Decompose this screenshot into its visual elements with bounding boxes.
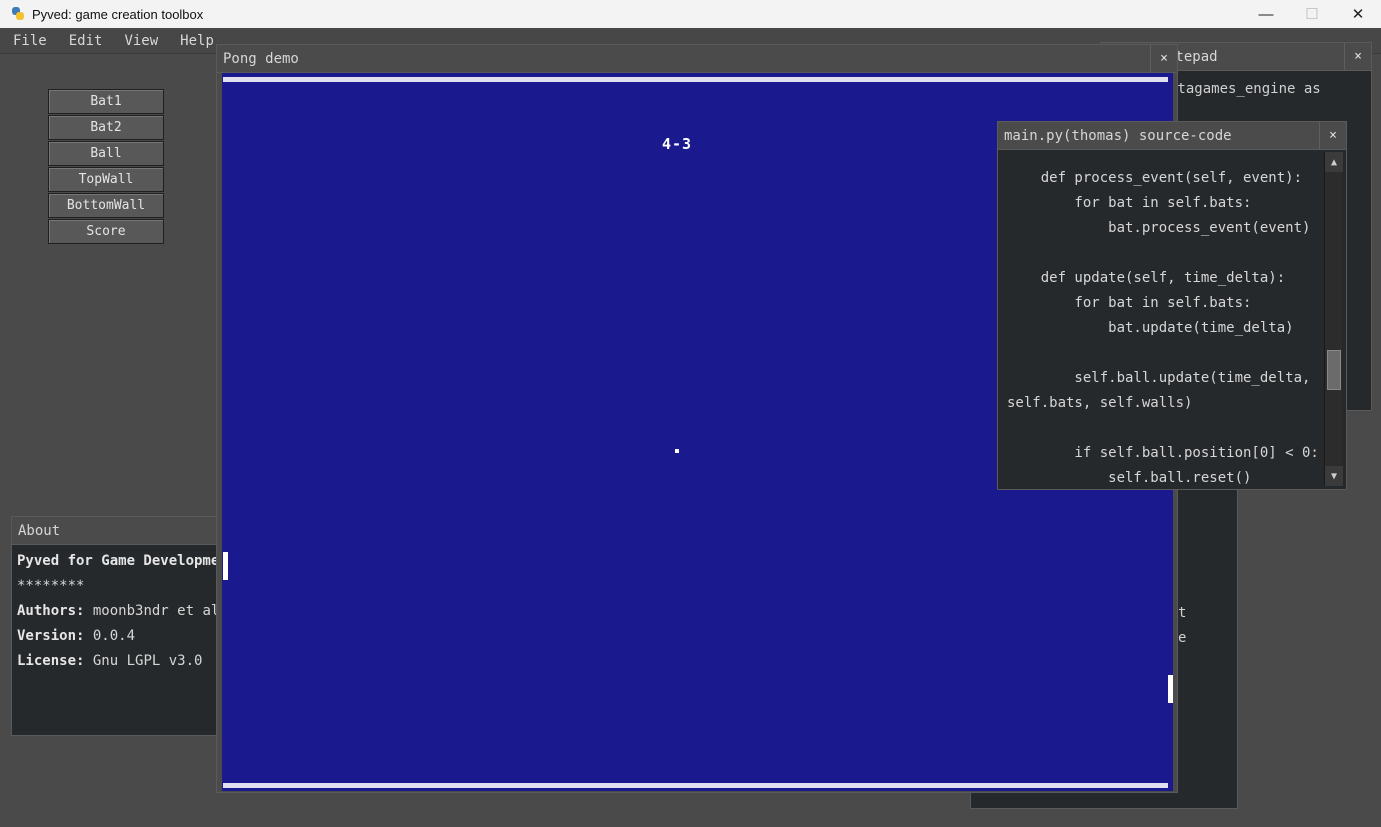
window-controls: — ☐ ✕: [1243, 0, 1381, 28]
menu-file[interactable]: File: [6, 33, 54, 49]
code-line: self.ball.reset(): [1007, 470, 1252, 486]
entity-button-topwall[interactable]: TopWall: [48, 167, 164, 192]
license-value: Gnu LGPL v3.0: [92, 653, 203, 669]
pong-title: Pong demo: [223, 50, 299, 67]
pong-titlebar[interactable]: Pong demo ×: [217, 45, 1177, 73]
code-line: bat.process_event(event): [1007, 220, 1311, 236]
about-body: Pyved for Game Development ******** Auth…: [12, 545, 240, 678]
code-line: def process_event(self, event):: [1007, 170, 1303, 186]
code-line: self.ball.update(time_delta,: [1007, 370, 1311, 386]
version-label: Version:: [17, 628, 85, 644]
maximize-button[interactable]: ☐: [1289, 0, 1335, 28]
menu-view[interactable]: View: [117, 33, 165, 49]
entity-button-bat1[interactable]: Bat1: [48, 89, 164, 114]
authors-value: moonb3ndr et al.: [92, 603, 228, 619]
scrollbar-thumb[interactable]: [1327, 350, 1341, 390]
source-code-window: main.py(thomas) source-code × def proces…: [997, 121, 1347, 490]
entity-list: Bat1 Bat2 Ball TopWall BottomWall Score: [48, 89, 164, 245]
menu-edit[interactable]: Edit: [62, 33, 110, 49]
source-titlebar[interactable]: main.py(thomas) source-code ×: [998, 122, 1346, 150]
score-text: 4-3: [662, 135, 693, 153]
code-editor[interactable]: def process_event(self, event): for bat …: [1002, 151, 1322, 487]
app-title: Pyved: game creation toolbox: [32, 6, 204, 22]
top-wall: [223, 77, 1168, 82]
entity-button-ball[interactable]: Ball: [48, 141, 164, 166]
bottom-wall: [223, 783, 1168, 788]
about-stars: ********: [17, 578, 85, 594]
code-line: def update(self, time_delta):: [1007, 270, 1286, 286]
notepad-close-button[interactable]: ×: [1344, 43, 1371, 70]
entity-button-bat2[interactable]: Bat2: [48, 115, 164, 140]
minimize-button[interactable]: —: [1243, 0, 1289, 28]
authors-label: Authors:: [17, 603, 85, 619]
scroll-up-icon[interactable]: ▲: [1325, 152, 1343, 172]
ball: [675, 449, 679, 453]
menu-help[interactable]: Help: [173, 33, 221, 49]
notepad-text-line: e: [1178, 630, 1187, 646]
version-value: 0.0.4: [92, 628, 136, 644]
license-label: License:: [17, 653, 85, 669]
about-window: About Pyved for Game Development *******…: [11, 516, 241, 736]
code-line: bat.update(time_delta): [1007, 320, 1294, 336]
left-bat: [223, 552, 228, 580]
about-heading: Pyved for Game Development: [17, 553, 237, 569]
entity-button-bottomwall[interactable]: BottomWall: [48, 193, 164, 218]
about-title: About: [18, 522, 61, 539]
vertical-scrollbar[interactable]: ▲ ▼: [1324, 152, 1343, 486]
python-icon: [10, 6, 26, 22]
code-line: self.bats, self.walls): [1007, 395, 1193, 411]
notepad-text-line: atagames_engine as: [1169, 81, 1321, 97]
right-bat: [1168, 675, 1173, 703]
os-titlebar: Pyved: game creation toolbox — ☐ ✕: [0, 0, 1381, 28]
about-titlebar[interactable]: About: [12, 517, 240, 545]
source-close-button[interactable]: ×: [1319, 122, 1346, 149]
entity-button-score[interactable]: Score: [48, 219, 164, 244]
pong-close-button[interactable]: ×: [1150, 45, 1177, 72]
close-button[interactable]: ✕: [1335, 0, 1381, 28]
notepad-text-line: t: [1178, 605, 1187, 621]
code-line: for bat in self.bats:: [1007, 195, 1252, 211]
source-title: main.py(thomas) source-code: [1004, 127, 1232, 144]
scroll-down-icon[interactable]: ▼: [1325, 466, 1343, 486]
code-line: for bat in self.bats:: [1007, 295, 1252, 311]
code-line: if self.ball.position[0] < 0:: [1007, 445, 1319, 461]
